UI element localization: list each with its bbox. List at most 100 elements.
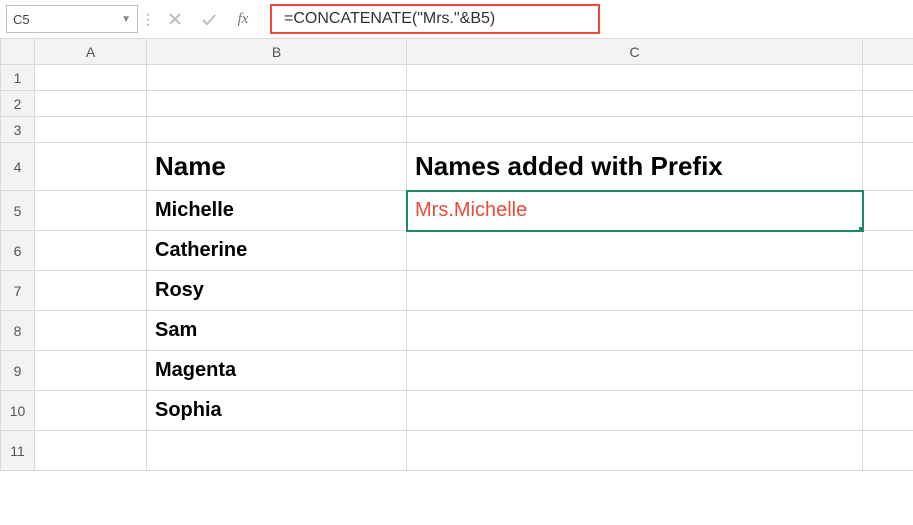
cell-A5[interactable] [35,191,147,231]
separator-icon: ⋮ [138,11,158,28]
row-3: 3 [1,117,913,143]
col-label: A [86,44,95,60]
row-2: 2 [1,91,913,117]
cell-A8[interactable] [35,311,147,351]
cell-D11[interactable] [863,431,913,471]
cell-B11[interactable] [147,431,407,471]
cell-D6[interactable] [863,231,913,271]
col-header-C[interactable]: C [407,39,863,65]
row-label: 3 [14,122,22,138]
row-header-4[interactable]: 4 [1,143,35,191]
col-label: C [629,44,639,60]
row-label: 8 [14,323,22,339]
formula-input[interactable] [282,9,588,29]
cell-A11[interactable] [35,431,147,471]
insert-function-button[interactable]: fx [226,5,260,33]
cell-D2[interactable] [863,91,913,117]
grid-table: A B C 1 2 3 4 [0,38,913,471]
cell-D8[interactable] [863,311,913,351]
row-label: 1 [14,70,22,86]
cell-C3[interactable] [407,117,863,143]
name-value: Sophia [155,399,222,421]
cancel-formula-button[interactable] [158,5,192,33]
row-header-6[interactable]: 6 [1,231,35,271]
row-label: 2 [14,96,22,112]
cell-B4[interactable]: Name [147,143,407,191]
cell-C7[interactable] [407,271,863,311]
cell-A3[interactable] [35,117,147,143]
cell-D10[interactable] [863,391,913,431]
cell-D4[interactable] [863,143,913,191]
row-header-2[interactable]: 2 [1,91,35,117]
result-value: Mrs.Michelle [415,199,527,221]
cell-A6[interactable] [35,231,147,271]
cell-C9[interactable] [407,351,863,391]
row-header-11[interactable]: 11 [1,431,35,471]
cell-B7[interactable]: Rosy [147,271,407,311]
row-header-9[interactable]: 9 [1,351,35,391]
enter-formula-button[interactable] [192,5,226,33]
cell-B3[interactable] [147,117,407,143]
row-10: 10 Sophia [1,391,913,431]
fx-icon: fx [238,11,249,28]
cell-A1[interactable] [35,65,147,91]
cell-C1[interactable] [407,65,863,91]
x-icon [168,12,182,26]
column-header-row: A B C [1,39,913,65]
row-header-8[interactable]: 8 [1,311,35,351]
row-9: 9 Magenta [1,351,913,391]
cell-C2[interactable] [407,91,863,117]
cell-B6[interactable]: Catherine [147,231,407,271]
cell-A9[interactable] [35,351,147,391]
cell-D7[interactable] [863,271,913,311]
select-all-corner[interactable] [1,39,35,65]
cell-A2[interactable] [35,91,147,117]
col-header-D[interactable] [863,39,913,65]
cell-C10[interactable] [407,391,863,431]
row-1: 1 [1,65,913,91]
row-label: 4 [14,159,22,175]
row-header-5[interactable]: 5 [1,191,35,231]
cell-C5[interactable]: Mrs.Michelle [407,191,863,231]
cell-B9[interactable]: Magenta [147,351,407,391]
cell-A4[interactable] [35,143,147,191]
cell-D1[interactable] [863,65,913,91]
cell-C4[interactable]: Names added with Prefix [407,143,863,191]
row-5: 5 Michelle Mrs.Michelle [1,191,913,231]
row-label: 6 [14,243,22,259]
cell-D5[interactable] [863,191,913,231]
cell-B10[interactable]: Sophia [147,391,407,431]
name-value: Michelle [155,199,234,221]
formula-bar: C5 ▼ ⋮ fx [0,0,913,38]
cell-D3[interactable] [863,117,913,143]
row-4: 4 Name Names added with Prefix [1,143,913,191]
column-title-prefix: Names added with Prefix [415,151,723,181]
name-value: Catherine [155,239,247,261]
cell-C11[interactable] [407,431,863,471]
row-label: 5 [14,203,22,219]
cell-B5[interactable]: Michelle [147,191,407,231]
row-header-7[interactable]: 7 [1,271,35,311]
spreadsheet-grid[interactable]: A B C 1 2 3 4 [0,38,913,471]
name-box[interactable]: C5 ▼ [6,5,138,33]
col-header-A[interactable]: A [35,39,147,65]
row-header-3[interactable]: 3 [1,117,35,143]
row-6: 6 Catherine [1,231,913,271]
row-label: 7 [14,283,22,299]
cell-C8[interactable] [407,311,863,351]
cell-B2[interactable] [147,91,407,117]
col-label: B [272,44,281,60]
row-header-10[interactable]: 10 [1,391,35,431]
row-header-1[interactable]: 1 [1,65,35,91]
row-8: 8 Sam [1,311,913,351]
row-label: 9 [14,363,22,379]
cell-B8[interactable]: Sam [147,311,407,351]
formula-highlight-box [270,4,600,34]
cell-C6[interactable] [407,231,863,271]
cell-A7[interactable] [35,271,147,311]
cell-B1[interactable] [147,65,407,91]
cell-D9[interactable] [863,351,913,391]
col-header-B[interactable]: B [147,39,407,65]
chevron-down-icon: ▼ [121,14,131,25]
cell-A10[interactable] [35,391,147,431]
